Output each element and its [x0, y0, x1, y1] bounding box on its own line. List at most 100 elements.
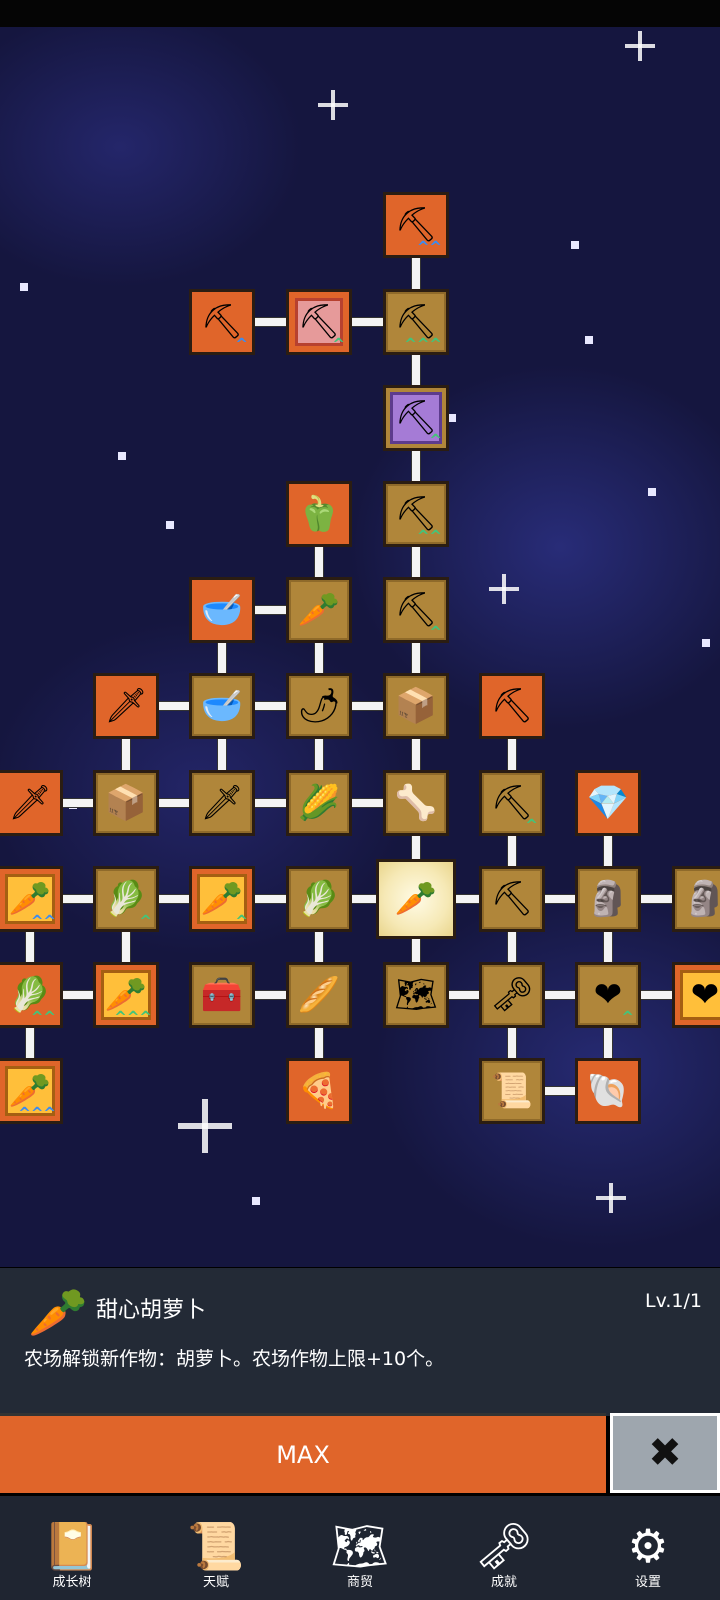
corn-icon: 🌽 [297, 783, 341, 823]
star [118, 452, 126, 460]
status-bar [0, 0, 720, 27]
branch-icon: 🦴 [394, 783, 438, 823]
parsnip-icon: 🥖 [297, 975, 341, 1015]
shovel-node[interactable]: ⛏ ^ [383, 577, 449, 643]
gear-icon: ⚙ [627, 1519, 669, 1573]
shovel-icon: ⛏ [297, 302, 341, 342]
star [596, 1183, 626, 1213]
star [702, 639, 710, 647]
cabbage-node[interactable]: 🥬 ^ [93, 866, 159, 932]
nav-label: 天赋 [202, 1575, 229, 1590]
cabbage-icon: 🥬 [8, 975, 52, 1015]
shovel-node[interactable]: ⛏ ^^^ [383, 289, 449, 355]
pizza-icon: 🍕 [297, 1071, 341, 1111]
statue-node[interactable]: 🗿 [672, 866, 720, 932]
pickaxe-icon: ⛏ [490, 686, 534, 726]
scroll-icon: 📜 [187, 1519, 245, 1573]
pickaxe-node[interactable]: ⛏ [479, 673, 545, 739]
key-icon: 🗝 [474, 1519, 534, 1573]
pizza-node[interactable]: 🍕 [286, 1058, 352, 1124]
sword-node[interactable]: 🗡 [0, 770, 63, 836]
scroll-node[interactable]: 📜 [479, 1058, 545, 1124]
golden-sword-icon: 🗡 [104, 686, 148, 726]
wooden-bowl-node[interactable]: 🥣 [189, 673, 255, 739]
pickaxe-node[interactable]: ⛏ [479, 866, 545, 932]
cabbage-node[interactable]: 🥬 ^^ [0, 962, 63, 1028]
nav-talent[interactable]: 📜 天赋 [144, 1496, 288, 1600]
map-node[interactable]: 🗺 [383, 962, 449, 1028]
star [625, 31, 655, 61]
nav-achievements[interactable]: 🗝 成就 [432, 1496, 576, 1600]
bell-pepper-icon: 🫑 [297, 494, 341, 534]
radish-node[interactable]: 🥕 [286, 577, 352, 643]
nav-growth-tree[interactable]: 📔 成长树 [0, 1496, 144, 1600]
crystal-node[interactable]: 💎 [575, 770, 641, 836]
carrot-node[interactable]: 🥕 ^^^ [93, 962, 159, 1028]
key-node[interactable]: 🗝 [479, 962, 545, 1028]
shovel-node[interactable]: ⛏ ^^ [383, 192, 449, 258]
chili-icon: 🌶 [297, 686, 341, 726]
sweet-carrot-icon: 🥕 [394, 879, 438, 919]
golden-sword-node[interactable]: 🗡 [93, 673, 159, 739]
statue-icon: 🗿 [586, 879, 630, 919]
statue-node[interactable]: 🗿 [575, 866, 641, 932]
shovel-icon: ⛏ [394, 398, 438, 438]
crystal-icon: 💎 [586, 783, 630, 823]
parsnip-node[interactable]: 🥖 [286, 962, 352, 1028]
chest-node[interactable]: 🧰 [189, 962, 255, 1028]
wooden-bowl-icon: 🥣 [200, 590, 244, 630]
item-name: 甜心胡萝卜 [96, 1298, 207, 1323]
star [448, 414, 456, 422]
sword-icon: 🗡 [8, 783, 52, 823]
bell-pepper-node[interactable]: 🫑 [286, 481, 352, 547]
item-description: 农场解锁新作物：胡萝卜。农场作物上限+10个。 [24, 1348, 445, 1370]
wooden-bowl-icon: 🥣 [200, 686, 244, 726]
shovel-node[interactable]: ⛏ ^^ [383, 481, 449, 547]
bottom-nav: 📔 成长树 📜 天赋 🗺 商贸 🗝 成就 ⚙ 设置 [0, 1496, 720, 1600]
close-button[interactable]: ✖ [610, 1413, 720, 1493]
crate-node[interactable]: 📦 [93, 770, 159, 836]
nav-label: 商贸 [346, 1575, 373, 1590]
carrot-node[interactable]: 🥕 ^^ [0, 866, 63, 932]
star [318, 90, 348, 120]
star [20, 283, 28, 291]
star [489, 574, 519, 604]
fossil-icon: 🐚 [586, 1071, 630, 1111]
wooden-bowl-node[interactable]: 🥣 [189, 577, 255, 643]
heart-node[interactable]: ❤ ^ [575, 962, 641, 1028]
carrot-node[interactable]: 🥕 ^ [189, 866, 255, 932]
item-level: Lv.1/1 [645, 1290, 702, 1312]
chili-node[interactable]: 🌶 [286, 673, 352, 739]
cabbage-node[interactable]: 🥬 [286, 866, 352, 932]
pickaxe-node[interactable]: ⛏ ^ [479, 770, 545, 836]
fossil-node[interactable]: 🐚 [575, 1058, 641, 1124]
book-icon: 📔 [43, 1519, 101, 1573]
cabbage-icon: 🥬 [297, 879, 341, 919]
star [252, 1197, 260, 1205]
nav-trade[interactable]: 🗺 商贸 [288, 1496, 432, 1600]
star [571, 241, 579, 249]
max-button[interactable]: MAX [0, 1413, 606, 1493]
crate-icon: 📦 [104, 783, 148, 823]
carrot-icon: 🥕 [8, 1071, 52, 1111]
shovel-node[interactable]: ⛏ ^ [383, 385, 449, 451]
heart-node[interactable]: ❤ [672, 962, 720, 1028]
sword-node[interactable]: 🗡 [189, 770, 255, 836]
carrot-node[interactable]: 🥕 ^^^ [0, 1058, 63, 1124]
nav-settings[interactable]: ⚙ 设置 [576, 1496, 720, 1600]
sweet-carrot-node[interactable]: 🥕 [376, 859, 456, 939]
shovel-node[interactable]: ⛏ ^ [189, 289, 255, 355]
star [585, 336, 593, 344]
crate-icon: 📦 [394, 686, 438, 726]
skill-tree-canvas[interactable]: ⛏ ^^ ⛏ ^ ⛏ ^ ⛏ ^^^ ⛏ ^ 🫑 ⛏ ^^ 🥣 🥕 ⛏ ^ 🗡 🥣 🌶 📦 ⛏ 🗡 📦 🗡 🌽 🦴 ⛏ ^ 💎 🥕 ^^ 🥬 ^ 🥕… [0, 27, 720, 1267]
shovel-node[interactable]: ⛏ ^ [286, 289, 352, 355]
heart-icon: ❤ [690, 975, 720, 1015]
crate-node[interactable]: 📦 [383, 673, 449, 739]
star [166, 521, 174, 529]
detail-panel: 🥕 甜心胡萝卜 Lv.1/1 农场解锁新作物：胡萝卜。农场作物上限+10个。 [0, 1268, 720, 1416]
corn-node[interactable]: 🌽 [286, 770, 352, 836]
carrot-icon: 🥕 [104, 975, 148, 1015]
nav-label: 成长树 [52, 1575, 92, 1590]
branch-node[interactable]: 🦴 [383, 770, 449, 836]
cabbage-icon: 🥬 [104, 879, 148, 919]
